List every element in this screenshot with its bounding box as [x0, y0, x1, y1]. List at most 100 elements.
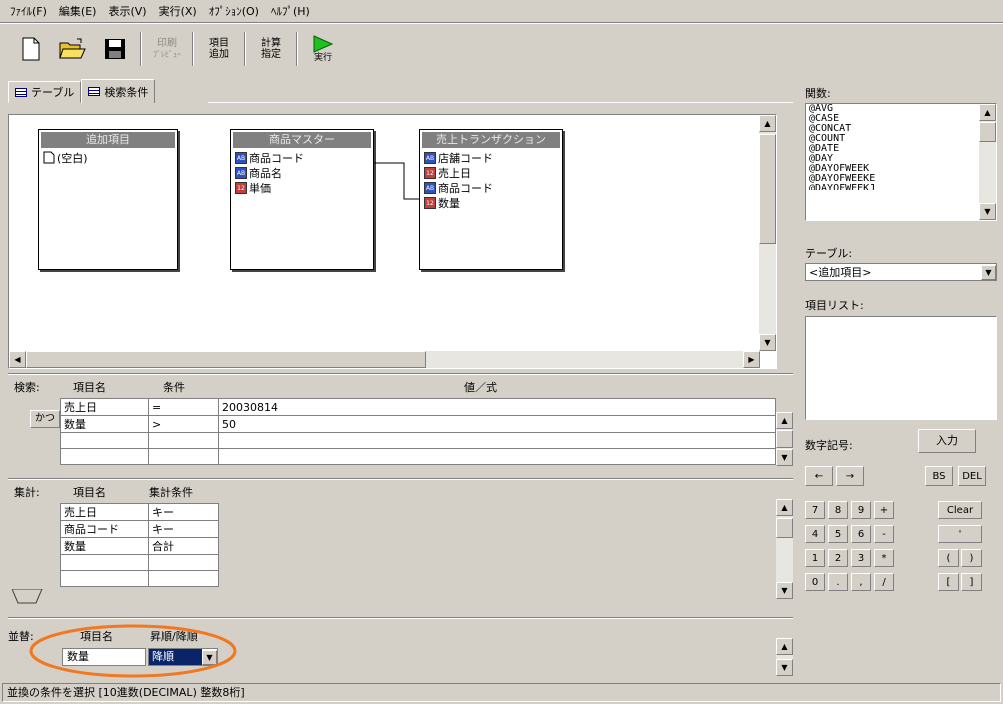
- table-field[interactable]: AB 商品コード: [420, 180, 562, 195]
- hscroll-thumb[interactable]: [26, 351, 426, 368]
- search-vscrollbar[interactable]: ▲ ▼: [776, 412, 793, 466]
- scroll-down-button[interactable]: ▼: [776, 449, 793, 466]
- list-item[interactable]: @DAYOFWEEKE: [806, 174, 996, 184]
- key-0[interactable]: 0: [805, 573, 825, 591]
- backspace-button[interactable]: BS: [925, 466, 953, 486]
- cell-cond[interactable]: [148, 554, 219, 571]
- cell-value[interactable]: [218, 448, 776, 465]
- tab-search-conditions[interactable]: 検索条件: [81, 79, 156, 103]
- key-9[interactable]: 9: [851, 501, 871, 519]
- cell-name[interactable]: 売上日: [60, 398, 149, 416]
- scroll-down-button[interactable]: ▼: [759, 334, 776, 351]
- cell-name[interactable]: [60, 432, 149, 449]
- chevron-down-icon[interactable]: ▼: [981, 264, 996, 280]
- key-divide[interactable]: /: [874, 573, 894, 591]
- table-field[interactable]: AB 店舗コード: [420, 150, 562, 165]
- key-3[interactable]: 3: [851, 549, 871, 567]
- scroll-thumb[interactable]: [759, 134, 776, 244]
- cell-name[interactable]: 数量: [60, 537, 149, 555]
- left-arrow-button[interactable]: ←: [805, 466, 833, 486]
- key-6[interactable]: 6: [851, 525, 871, 543]
- table-field[interactable]: 12 売上日: [420, 165, 562, 180]
- table-select[interactable]: <追加項目> ▼: [805, 263, 997, 281]
- table-box-added-items[interactable]: 追加項目 (空白): [38, 129, 178, 270]
- canvas-vscrollbar[interactable]: ▲ ▼: [759, 115, 776, 351]
- list-item[interactable]: @DATE: [806, 144, 996, 154]
- cell-cond[interactable]: >: [148, 415, 219, 433]
- scroll-left-button[interactable]: ◀: [9, 351, 26, 368]
- cell-value[interactable]: 50: [218, 415, 776, 433]
- menu-help[interactable]: ﾍﾙﾌﾟ(H): [265, 3, 316, 19]
- scroll-up-button[interactable]: ▲: [979, 104, 996, 121]
- cell-value[interactable]: 20030814: [218, 398, 776, 416]
- table-box-product-master[interactable]: 商品マスター AB 商品コード AB 商品名 12 単価: [230, 129, 374, 270]
- list-item[interactable]: @DAYOFWEEKJ: [806, 184, 996, 190]
- key-comma[interactable]: ,: [851, 573, 871, 591]
- splitter-handle[interactable]: [12, 589, 46, 605]
- calc-button[interactable]: 計算 指定: [252, 30, 290, 68]
- sort-vscrollbar[interactable]: ▲ ▼: [776, 638, 793, 676]
- key-dot[interactable]: .: [828, 573, 848, 591]
- canvas-hscrollbar[interactable]: ◀ ▶: [9, 351, 760, 368]
- run-button[interactable]: 実行: [304, 30, 342, 68]
- menu-run[interactable]: 実行(X): [153, 3, 203, 19]
- functions-vscrollbar[interactable]: ▲ ▼: [979, 104, 996, 220]
- scroll-thumb[interactable]: [776, 518, 793, 538]
- scroll-down-button[interactable]: ▼: [979, 203, 996, 220]
- cell-name[interactable]: [60, 448, 149, 465]
- cell-cond[interactable]: [148, 448, 219, 465]
- right-arrow-button[interactable]: →: [836, 466, 864, 486]
- cell-cond[interactable]: [148, 570, 219, 587]
- scroll-up-button[interactable]: ▲: [776, 412, 793, 429]
- open-button[interactable]: [54, 30, 92, 68]
- key-7[interactable]: 7: [805, 501, 825, 519]
- new-button[interactable]: [12, 30, 50, 68]
- key-minus[interactable]: -: [874, 525, 894, 543]
- menu-options[interactable]: ｵﾌﾟｼｮﾝ(O): [203, 3, 265, 19]
- add-item-button[interactable]: 項目 追加: [200, 30, 238, 68]
- cell-cond[interactable]: キー: [148, 520, 219, 538]
- table-field[interactable]: 12 単価: [231, 180, 373, 195]
- cell-cond[interactable]: [148, 432, 219, 449]
- scroll-right-button[interactable]: ▶: [743, 351, 760, 368]
- key-5[interactable]: 5: [828, 525, 848, 543]
- tab-table[interactable]: テーブル: [8, 81, 82, 103]
- input-button[interactable]: 入力: [918, 429, 976, 453]
- scroll-down-button[interactable]: ▼: [776, 659, 793, 676]
- table-field[interactable]: AB 商品コード: [231, 150, 373, 165]
- key-1[interactable]: 1: [805, 549, 825, 567]
- key-multiply[interactable]: *: [874, 549, 894, 567]
- functions-list[interactable]: @AVG @CASE @CONCAT @COUNT @DATE @DAY @DA…: [805, 103, 997, 221]
- key-2[interactable]: 2: [828, 549, 848, 567]
- cell-name[interactable]: 売上日: [60, 503, 149, 521]
- key-plus[interactable]: +: [874, 501, 894, 519]
- item-list[interactable]: [805, 316, 997, 420]
- key-bracket-close[interactable]: ]: [961, 573, 982, 591]
- cell-cond[interactable]: 合計: [148, 537, 219, 555]
- table-field[interactable]: 12 数量: [420, 195, 562, 210]
- key-bracket-open[interactable]: [: [938, 573, 959, 591]
- scroll-thumb[interactable]: [776, 430, 793, 448]
- key-4[interactable]: 4: [805, 525, 825, 543]
- menu-view[interactable]: 表示(V): [102, 3, 152, 19]
- scroll-down-button[interactable]: ▼: [776, 582, 793, 599]
- key-8[interactable]: 8: [828, 501, 848, 519]
- table-box-sales-transaction[interactable]: 売上トランザクション AB 店舗コード 12 売上日 AB 商品コード 12 数量: [419, 129, 563, 270]
- cell-name[interactable]: [60, 554, 149, 571]
- and-button[interactable]: かつ: [30, 410, 60, 428]
- delete-button[interactable]: DEL: [958, 466, 986, 486]
- aggregate-vscrollbar[interactable]: ▲ ▼: [776, 499, 793, 599]
- scroll-thumb[interactable]: [979, 122, 996, 142]
- key-quote[interactable]: ': [938, 525, 982, 543]
- cell-cond[interactable]: =: [148, 398, 219, 416]
- cell-value[interactable]: [218, 432, 776, 449]
- scroll-up-button[interactable]: ▲: [759, 115, 776, 132]
- table-field[interactable]: AB 商品名: [231, 165, 373, 180]
- cell-name[interactable]: 数量: [60, 415, 149, 433]
- key-paren-open[interactable]: (: [938, 549, 959, 567]
- cell-name[interactable]: 商品コード: [60, 520, 149, 538]
- scroll-up-button[interactable]: ▲: [776, 499, 793, 516]
- menu-file[interactable]: ﾌｧｲﾙ(F): [4, 3, 53, 19]
- table-field[interactable]: (空白): [39, 150, 177, 165]
- key-paren-close[interactable]: ): [961, 549, 982, 567]
